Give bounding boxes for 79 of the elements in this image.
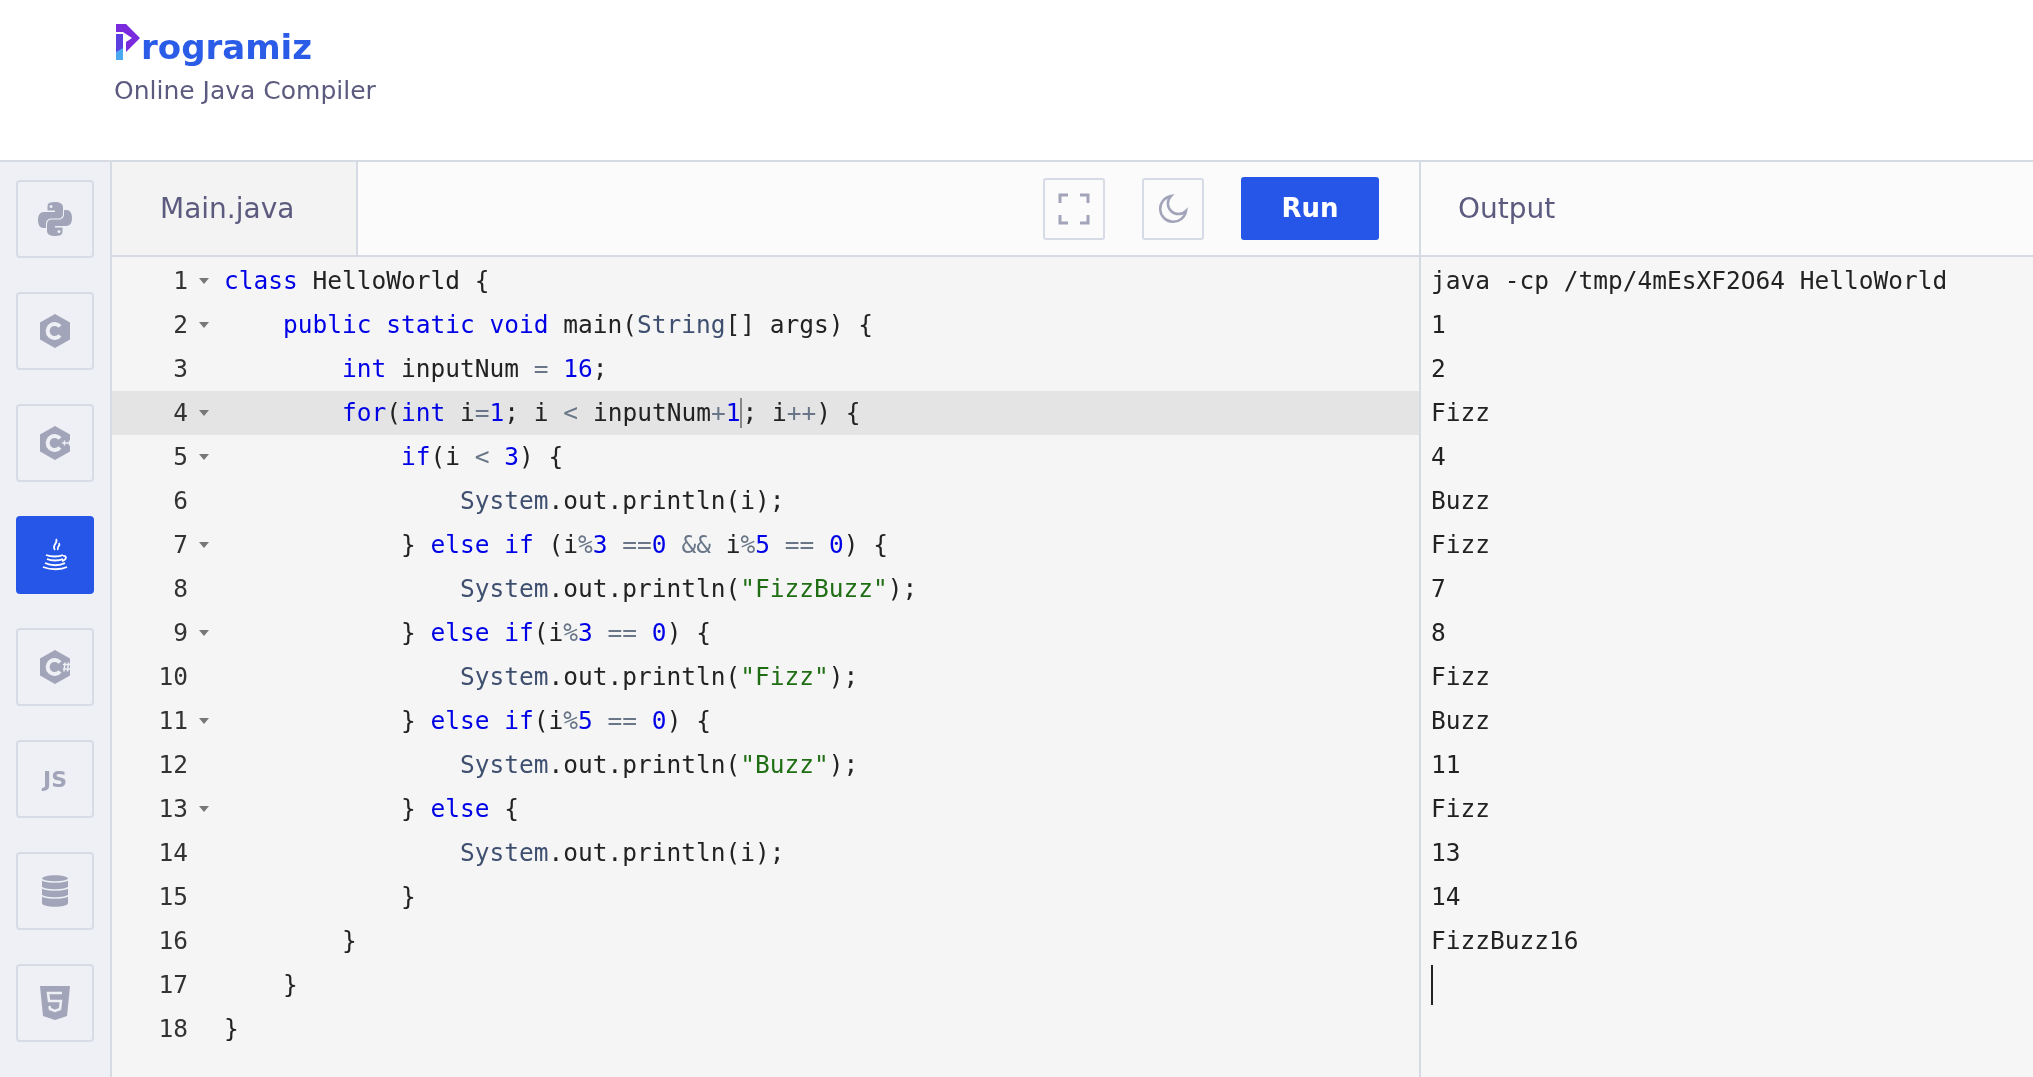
line-number: 16	[157, 924, 188, 957]
fold-arrow-icon[interactable]	[199, 718, 209, 724]
language-button[interactable]	[16, 404, 94, 482]
output-line: Fizz	[1431, 396, 1490, 429]
output-line: 8	[1431, 616, 1446, 649]
line-number: 13	[157, 792, 188, 825]
fold-arrow-icon[interactable]	[199, 542, 209, 548]
line-number: 15	[157, 880, 188, 913]
fullscreen-icon	[1058, 192, 1090, 225]
language-button[interactable]	[16, 292, 94, 370]
code-line: System.out.println(i);	[459, 484, 785, 517]
fullscreen-button[interactable]	[1043, 177, 1105, 240]
line-number: 9	[172, 616, 188, 649]
code-line: for(int i=1; i < inputNum+1; i++) {	[341, 396, 861, 430]
js-label: JS	[43, 765, 67, 794]
line-number: 12	[157, 748, 188, 781]
language-button[interactable]	[16, 852, 94, 930]
run-button[interactable]: Run	[1241, 177, 1379, 240]
output-line: FizzBuzz16	[1431, 924, 1579, 957]
code-line: System.out.println(i);	[459, 836, 785, 869]
file-tab[interactable]: Main.java	[112, 162, 358, 255]
code-line: }	[282, 968, 298, 1001]
code-line: if(i < 3) {	[400, 440, 564, 473]
language-button[interactable]	[16, 964, 94, 1042]
fold-arrow-icon[interactable]	[199, 410, 209, 416]
fold-arrow-icon[interactable]	[199, 454, 209, 460]
line-number: 17	[157, 968, 188, 1001]
line-number: 2	[172, 308, 188, 341]
line-number: 8	[172, 572, 188, 605]
code-line: public static void main(String[] args) {	[282, 308, 874, 341]
fold-arrow-icon[interactable]	[199, 322, 209, 328]
line-number: 1	[172, 264, 188, 297]
moon-icon	[1157, 192, 1189, 225]
output-title: Output	[1458, 190, 1556, 227]
output-line: 13	[1431, 836, 1461, 869]
code-line: System.out.println("Fizz");	[459, 660, 859, 693]
code-line: }	[341, 924, 357, 957]
code-line: } else {	[400, 792, 520, 825]
code-line: }	[400, 880, 416, 913]
language-button[interactable]	[16, 628, 94, 706]
python-icon	[35, 199, 75, 239]
line-number: 6	[172, 484, 188, 517]
fold-arrow-icon[interactable]	[199, 630, 209, 636]
line-number: 14	[157, 836, 188, 869]
code-line: System.out.println("Buzz");	[459, 748, 859, 781]
output-line: 7	[1431, 572, 1446, 605]
code-line: } else if(i%3 == 0) {	[400, 616, 711, 649]
output-line: 1	[1431, 308, 1446, 341]
output-line: Buzz	[1431, 704, 1490, 737]
output-line: 14	[1431, 880, 1461, 913]
code-line: } else if (i%3 ==0 && i%5 == 0) {	[400, 528, 888, 561]
output-line: Fizz	[1431, 528, 1490, 561]
output-line: 11	[1431, 748, 1461, 781]
output-line: Fizz	[1431, 660, 1490, 693]
output-line: Buzz	[1431, 484, 1490, 517]
dark-mode-button[interactable]	[1142, 177, 1204, 240]
line-number: 5	[172, 440, 188, 473]
fold-arrow-icon[interactable]	[199, 806, 209, 812]
line-number: 7	[172, 528, 188, 561]
language-button[interactable]	[16, 516, 94, 594]
code-line: int inputNum = 16;	[341, 352, 608, 385]
output-line: 2	[1431, 352, 1446, 385]
code-line: class HelloWorld {	[224, 264, 490, 297]
code-line: } else if(i%5 == 0) {	[400, 704, 711, 737]
line-number: 11	[157, 704, 188, 737]
page-subtitle: Online Java Compiler	[114, 75, 377, 107]
output-line: Fizz	[1431, 792, 1490, 825]
code-line: }	[224, 1012, 239, 1045]
line-number: 4	[172, 396, 188, 429]
line-number: 10	[157, 660, 188, 693]
logo-text: rogramiz	[141, 30, 313, 64]
code-line: System.out.println("FizzBuzz");	[459, 572, 918, 605]
output-line: java -cp /tmp/4mEsXF2O64 HelloWorld	[1431, 264, 1948, 297]
fold-arrow-icon[interactable]	[199, 278, 209, 284]
output-line: 4	[1431, 440, 1446, 473]
line-number: 18	[157, 1012, 188, 1045]
line-number: 3	[172, 352, 188, 385]
logo-mark-icon	[114, 24, 140, 62]
language-button[interactable]	[16, 180, 94, 258]
